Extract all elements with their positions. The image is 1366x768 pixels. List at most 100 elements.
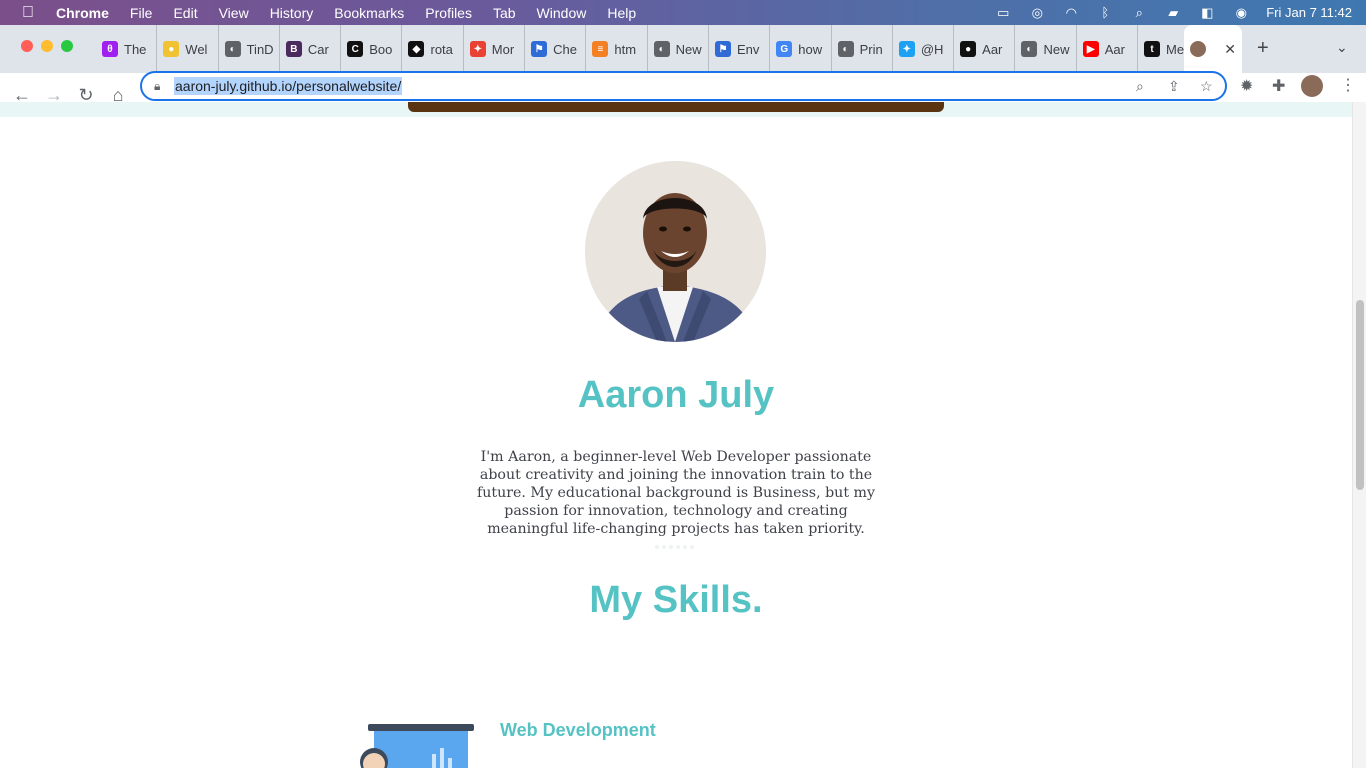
extension-bug-icon[interactable]: ✹ [1240,76,1253,96]
zoom-icon[interactable]: ⌕ [1136,78,1144,95]
control-center-icon[interactable]: ◧ [1198,5,1216,20]
window-zoom-button[interactable] [61,40,73,52]
window-close-button[interactable] [21,40,33,52]
tab-label: Aar [1104,41,1125,57]
tab-item[interactable]: Ghow [770,25,832,73]
spotlight-search-icon[interactable]: ⌕ [1130,5,1148,20]
tab-favicon-icon: θ [102,41,118,57]
address-bar[interactable]: 🔒︎ aaron-july.github.io/personalwebsite/… [140,71,1227,101]
tab-item[interactable]: ◐ TinD [219,25,280,73]
tab-favicon-icon: ◐ [224,41,241,57]
apple-menu-icon[interactable]:  [0,4,56,22]
extensions-puzzle-icon[interactable]: ✚ [1272,76,1285,96]
tab-item[interactable]: ⚑ Env [709,25,771,73]
menu-edit[interactable]: Edit [173,5,197,21]
tab-label: New [675,41,702,57]
address-bar-url[interactable]: aaron-july.github.io/personalwebsite/ [174,77,403,95]
status-area: ▭ ◎ ◠ ᛒ ⌕ ▰ ◧ ◉ Fri Jan 7 11:42 [994,0,1352,25]
menu-history[interactable]: History [270,5,314,21]
profile-name-heading: Aaron July [577,374,775,416]
tab-item[interactable]: ▶ Aar [1077,25,1139,73]
siri-icon[interactable]: ◉ [1232,5,1250,20]
skills-heading: My Skills. [589,579,763,621]
tab-item[interactable]: ≡ htm [586,25,648,73]
menu-file[interactable]: File [130,5,153,21]
hero-hill-shape [408,102,944,112]
tab-favicon-icon: G [776,41,793,57]
profile-avatar[interactable] [1301,75,1323,97]
menu-window[interactable]: Window [537,5,587,21]
tab-favicon-icon: ✦ [469,41,486,57]
tab-favicon-icon: t [1144,41,1161,57]
tab-favicon-icon: ◐ [1021,41,1038,57]
tab-label: htm [614,41,637,57]
tab-search-chevron-icon[interactable]: ⌄ [1336,39,1348,56]
bluetooth-icon[interactable]: ᛒ [1096,5,1114,20]
tab-active[interactable]: ✕ [1184,25,1242,73]
menu-bookmarks[interactable]: Bookmarks [334,5,404,21]
profile-bio: I'm Aaron, a beginner-level Web Develope… [477,449,875,537]
tab-label: Che [553,41,577,57]
tab-item[interactable]: ◐ New [648,25,709,73]
tab-favicon-icon: ◐ [837,41,854,57]
chrome-menu-icon[interactable]: ⋮ [1340,75,1356,95]
tab-label: Boo [369,41,393,57]
wifi-icon[interactable]: ◠ [1062,5,1080,20]
share-icon[interactable]: ⇪ [1168,78,1180,95]
tab-item[interactable]: ✦ Mor [464,25,526,73]
tab-label: Aar [982,41,1003,57]
macos-menu-bar:  Chrome File Edit View History Bookmark… [0,0,1366,25]
tab-favicon-icon: ◐ [653,41,670,57]
tab-label: Mor [491,41,515,57]
bookmark-star-icon[interactable]: ☆ [1200,78,1213,95]
menu-profiles[interactable]: Profiles [425,5,472,21]
tab-favicon-icon: ▶ [1082,41,1099,57]
tab-favicon-avatar-icon [1190,41,1206,57]
tab-favicon-icon: ⚑ [714,41,731,57]
tab-label: Car [307,41,329,57]
section-divider-dots [655,545,697,549]
tab-favicon-icon: C [347,41,364,57]
menu-help[interactable]: Help [607,5,636,21]
tab-item[interactable]: θ The [96,25,158,73]
tab-favicon-icon: ≡ [592,41,609,57]
tab-label: The [124,41,147,57]
tab-item[interactable]: B Car [280,25,342,73]
battery-icon[interactable]: ▰ [1164,5,1182,20]
menu-tab[interactable]: Tab [493,5,516,21]
new-tab-button[interactable]: + [1257,37,1269,60]
tab-item[interactable]: ⚑ Che [525,25,587,73]
airdrop-icon[interactable]: ◎ [1028,5,1046,20]
profile-photo-illustration [585,161,766,342]
tab-item[interactable]: ● Aar [954,25,1016,73]
tab-favicon-icon: ◆ [408,41,425,57]
menu-clock[interactable]: Fri Jan 7 11:42 [1266,5,1352,20]
tab-close-icon[interactable]: ✕ [1224,41,1236,58]
tab-item[interactable]: ✦ @H [893,25,955,73]
tab-item[interactable]: ◐ Prin [832,25,893,73]
tab-label: New [1043,41,1070,57]
tab-label: rota [430,41,453,57]
tab-strip: θ The ● Wel ◐ TinD B Car C Boo ◆ rota ✦ Mor ⚑ Che ≡ htm ◐ N… [0,25,1366,73]
menu-view[interactable]: View [219,5,249,21]
tab-item[interactable]: ● Wel [157,25,219,73]
web-development-icon [360,724,474,768]
tab-favicon-icon: ✦ [898,41,915,57]
display-icon[interactable]: ▭ [994,5,1012,20]
tab-item[interactable]: C Boo [341,25,403,73]
page-scrollbar[interactable] [1352,102,1366,768]
scrollbar-thumb[interactable] [1356,300,1364,490]
tab-favicon-icon: ● [960,41,977,57]
tab-favicon-icon: ● [163,41,180,57]
tab-item[interactable]: ◐ New [1015,25,1077,73]
skill-title-web-development: Web Development [500,720,656,740]
tab-label: TinD [246,41,274,57]
tab-label: Prin [859,41,883,57]
tab-list: θ The ● Wel ◐ TinD B Car C Boo ◆ rota ✦ Mor ⚑ Che ≡ htm ◐ N… [96,25,1200,73]
lock-icon[interactable]: 🔒︎ [154,79,160,94]
window-minimize-button[interactable] [41,40,53,52]
tab-item[interactable]: ◆ rota [402,25,464,73]
tab-favicon-icon: ⚑ [531,41,548,57]
tab-favicon-icon: B [285,41,302,57]
menu-app-name[interactable]: Chrome [56,5,109,21]
